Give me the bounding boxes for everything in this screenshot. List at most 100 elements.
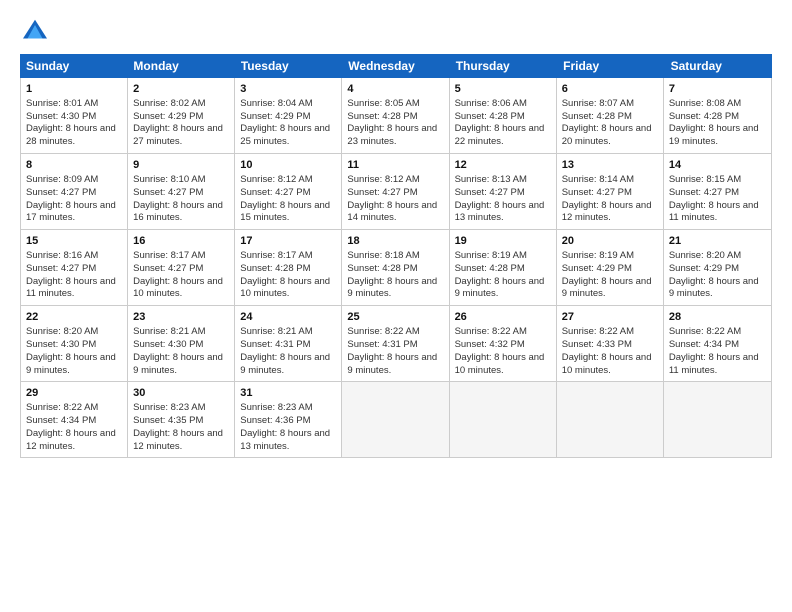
logo [20, 16, 54, 46]
day-number: 28 [669, 310, 766, 325]
daylight-text: Daylight: 8 hours and 9 minutes. [562, 276, 652, 300]
cal-body: 1Sunrise: 8:01 AMSunset: 4:30 PMDaylight… [21, 78, 771, 457]
day-number: 11 [347, 158, 443, 173]
sunrise-text: Sunrise: 8:07 AM [562, 98, 634, 109]
sunrise-text: Sunrise: 8:22 AM [26, 402, 98, 413]
daylight-text: Daylight: 8 hours and 9 minutes. [240, 352, 330, 376]
sunrise-text: Sunrise: 8:22 AM [347, 326, 419, 337]
cal-cell-28: 28Sunrise: 8:22 AM Sunset: 4:34 PM Dayligh… [664, 306, 771, 381]
sunrise-text: Sunrise: 8:14 AM [562, 174, 634, 185]
sunset-text: Sunset: 4:34 PM [669, 339, 739, 350]
sunrise-text: Sunrise: 8:22 AM [669, 326, 741, 337]
daylight-text: Daylight: 8 hours and 9 minutes. [26, 352, 116, 376]
cal-cell-12: 12Sunrise: 8:13 AMSunset: 4:27 PMDayligh… [450, 154, 557, 229]
sunset-text: Sunset: 4:32 PM [455, 339, 525, 350]
day-number: 27 [562, 310, 658, 325]
weekday-header-sunday: Sunday [20, 54, 127, 78]
day-number: 18 [347, 234, 443, 249]
cal-cell-7: 7Sunrise: 8:08 AMSunset: 4:28 PMDaylight… [664, 78, 771, 153]
cal-cell-26: 26Sunrise: 8:22 AMSunset: 4:32 PMDayligh… [450, 306, 557, 381]
daylight-text: Daylight: 8 hours and 9 minutes. [347, 352, 437, 376]
daylight-text: Daylight: 8 hours and 10 minutes. [133, 276, 223, 300]
sunset-text: Sunset: 4:31 PM [240, 339, 310, 350]
sunset-text: Sunset: 4:27 PM [347, 187, 417, 198]
sunrise-text: Sunrise: 8:09 AM [26, 174, 98, 185]
sunrise-text: Sunrise: 8:19 AM [455, 250, 527, 261]
cal-cell-2: 2Sunrise: 8:02 AMSunset: 4:29 PMDaylight… [128, 78, 235, 153]
weekday-header-thursday: Thursday [450, 54, 557, 78]
cal-cell-22: 22Sunrise: 8:20 AMSunset: 4:30 PMDayligh… [21, 306, 128, 381]
sunset-text: Sunset: 4:35 PM [133, 415, 203, 426]
cal-cell-5: 5Sunrise: 8:06 AMSunset: 4:28 PMDaylight… [450, 78, 557, 153]
cal-cell-4: 4Sunrise: 8:05 AMSunset: 4:28 PMDaylight… [342, 78, 449, 153]
sunrise-text: Sunrise: 8:23 AM [240, 402, 312, 413]
sunset-text: Sunset: 4:27 PM [26, 263, 96, 274]
daylight-text: Daylight: 8 hours and 16 minutes. [133, 200, 223, 224]
sunset-text: Sunset: 4:27 PM [562, 187, 632, 198]
daylight-text: Daylight: 8 hours and 11 minutes. [669, 352, 759, 376]
cal-cell-empty [342, 382, 449, 457]
sunrise-text: Sunrise: 8:15 AM [669, 174, 741, 185]
sunrise-text: Sunrise: 8:21 AM [240, 326, 312, 337]
sunrise-text: Sunrise: 8:06 AM [455, 98, 527, 109]
cal-cell-25: 25Sunrise: 8:22 AMSunset: 4:31 PMDayligh… [342, 306, 449, 381]
daylight-text: Daylight: 8 hours and 10 minutes. [562, 352, 652, 376]
daylight-text: Daylight: 8 hours and 9 minutes. [669, 276, 759, 300]
daylight-text: Daylight: 8 hours and 12 minutes. [133, 428, 223, 452]
day-number: 1 [26, 82, 122, 97]
cal-cell-21: 21Sunrise: 8:20 AMSunset: 4:29 PMDayligh… [664, 230, 771, 305]
sunrise-text: Sunrise: 8:01 AM [26, 98, 98, 109]
daylight-text: Daylight: 8 hours and 13 minutes. [240, 428, 330, 452]
cal-cell-15: 15Sunrise: 8:16 AMSunset: 4:27 PMDayligh… [21, 230, 128, 305]
day-number: 15 [26, 234, 122, 249]
sunrise-text: Sunrise: 8:13 AM [455, 174, 527, 185]
header [20, 16, 772, 46]
day-number: 16 [133, 234, 229, 249]
day-number: 13 [562, 158, 658, 173]
daylight-text: Daylight: 8 hours and 9 minutes. [455, 276, 545, 300]
cal-body-outer: 1Sunrise: 8:01 AMSunset: 4:30 PMDaylight… [20, 78, 772, 458]
day-number: 31 [240, 386, 336, 401]
sunset-text: Sunset: 4:28 PM [455, 111, 525, 122]
cal-cell-9: 9Sunrise: 8:10 AMSunset: 4:27 PMDaylight… [128, 154, 235, 229]
sunset-text: Sunset: 4:29 PM [133, 111, 203, 122]
day-number: 20 [562, 234, 658, 249]
cal-cell-8: 8Sunrise: 8:09 AMSunset: 4:27 PMDaylight… [21, 154, 128, 229]
weekday-header-wednesday: Wednesday [342, 54, 449, 78]
cal-row-5: 29Sunrise: 8:22 AMSunset: 4:34 PMDayligh… [21, 382, 771, 457]
day-number: 12 [455, 158, 551, 173]
sunset-text: Sunset: 4:29 PM [240, 111, 310, 122]
sunset-text: Sunset: 4:27 PM [669, 187, 739, 198]
daylight-text: Daylight: 8 hours and 23 minutes. [347, 123, 437, 147]
day-number: 6 [562, 82, 658, 97]
cal-cell-10: 10Sunrise: 8:12 AMSunset: 4:27 PMDayligh… [235, 154, 342, 229]
sunrise-text: Sunrise: 8:22 AM [455, 326, 527, 337]
sunset-text: Sunset: 4:28 PM [669, 111, 739, 122]
sunset-text: Sunset: 4:34 PM [26, 415, 96, 426]
day-number: 22 [26, 310, 122, 325]
cal-cell-empty [557, 382, 664, 457]
daylight-text: Daylight: 8 hours and 20 minutes. [562, 123, 652, 147]
cal-header: SundayMondayTuesdayWednesdayThursdayFrid… [20, 54, 772, 78]
cal-cell-14: 14Sunrise: 8:15 AMSunset: 4:27 PMDayligh… [664, 154, 771, 229]
weekday-header-friday: Friday [557, 54, 664, 78]
sunset-text: Sunset: 4:27 PM [240, 187, 310, 198]
cal-cell-23: 23Sunrise: 8:21 AMSunset: 4:30 PMDayligh… [128, 306, 235, 381]
sunset-text: Sunset: 4:28 PM [455, 263, 525, 274]
day-number: 17 [240, 234, 336, 249]
sunrise-text: Sunrise: 8:05 AM [347, 98, 419, 109]
sunrise-text: Sunrise: 8:10 AM [133, 174, 205, 185]
sunrise-text: Sunrise: 8:23 AM [133, 402, 205, 413]
daylight-text: Daylight: 8 hours and 9 minutes. [347, 276, 437, 300]
daylight-text: Daylight: 8 hours and 15 minutes. [240, 200, 330, 224]
cal-cell-6: 6Sunrise: 8:07 AMSunset: 4:28 PMDaylight… [557, 78, 664, 153]
daylight-text: Daylight: 8 hours and 9 minutes. [133, 352, 223, 376]
cal-cell-17: 17Sunrise: 8:17 AMSunset: 4:28 PMDayligh… [235, 230, 342, 305]
daylight-text: Daylight: 8 hours and 12 minutes. [26, 428, 116, 452]
sunrise-text: Sunrise: 8:12 AM [347, 174, 419, 185]
daylight-text: Daylight: 8 hours and 14 minutes. [347, 200, 437, 224]
sunrise-text: Sunrise: 8:20 AM [26, 326, 98, 337]
sunrise-text: Sunrise: 8:16 AM [26, 250, 98, 261]
sunset-text: Sunset: 4:28 PM [240, 263, 310, 274]
day-number: 24 [240, 310, 336, 325]
